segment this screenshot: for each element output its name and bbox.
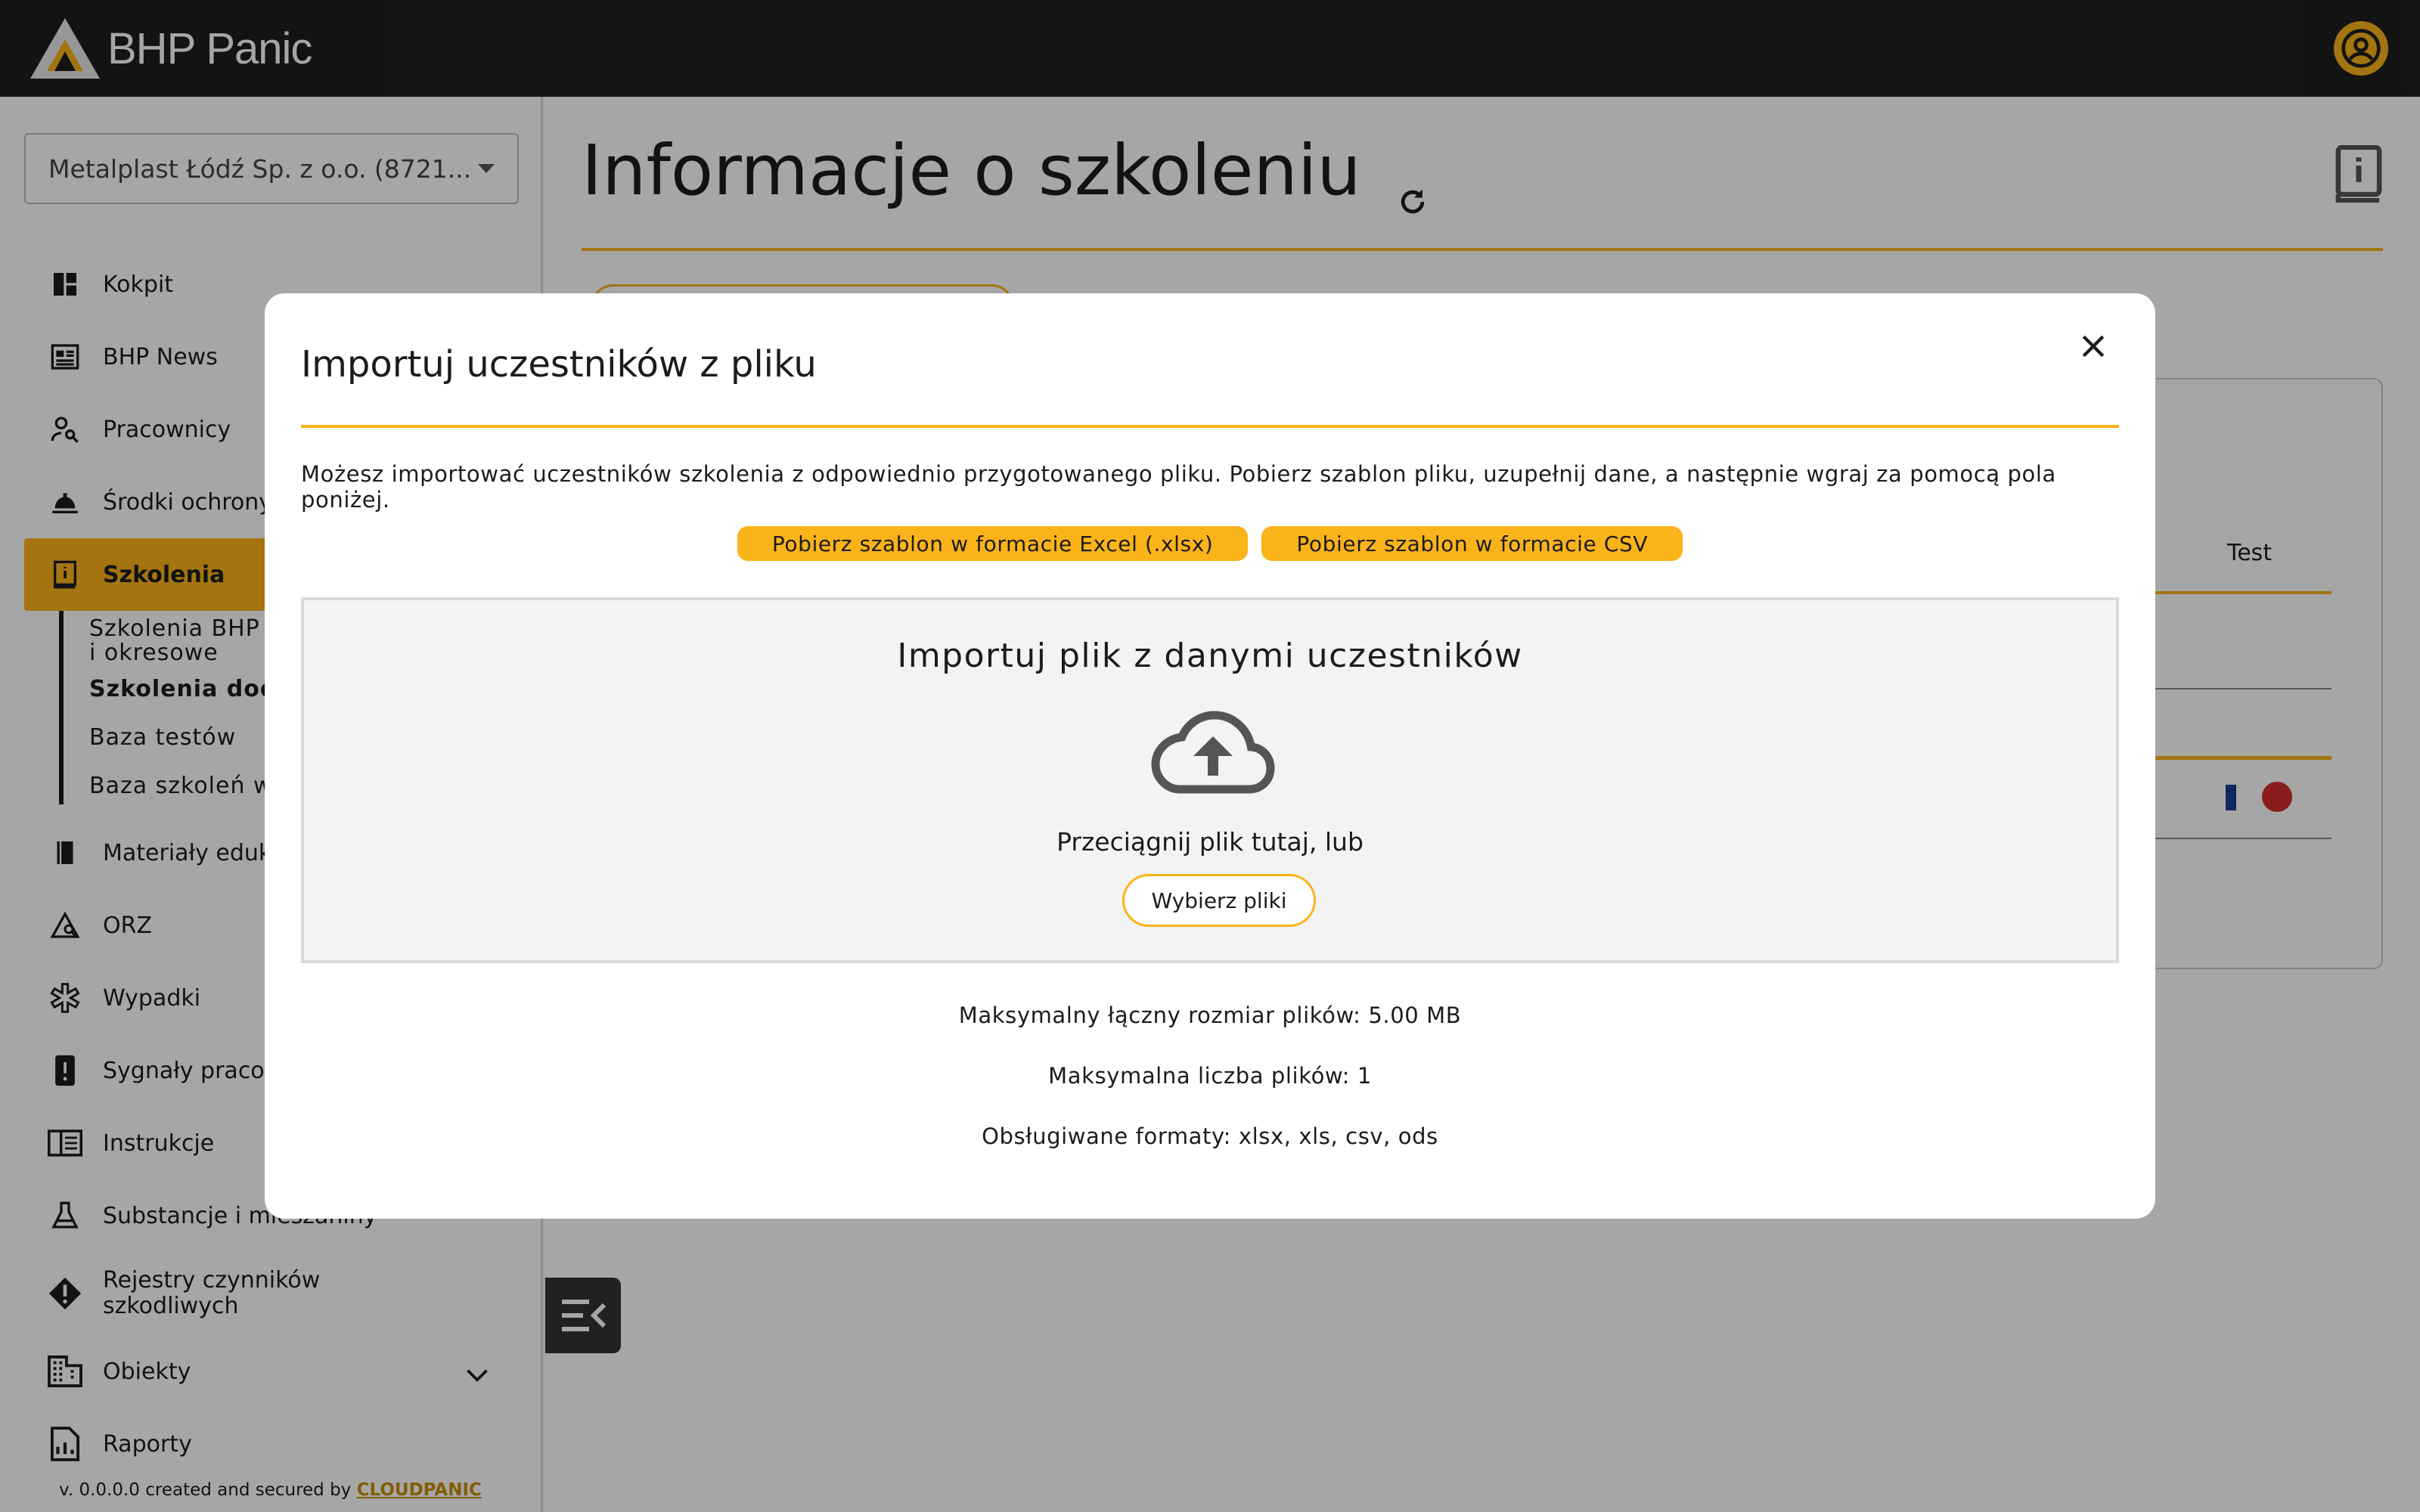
- download-excel-template-button[interactable]: Pobierz szablon w formacie Excel (.xlsx): [737, 526, 1249, 561]
- modal-title: Importuj uczestników z pliku: [301, 343, 817, 386]
- formats-info: Obsługiwane formaty: xlsx, xls, csv, ods: [982, 1123, 1438, 1149]
- dropzone-title: Importuj plik z danymi uczestników: [897, 637, 1523, 675]
- max-size-info: Maksymalny łączny rozmiar plików: 5.00 M…: [958, 1002, 1462, 1028]
- file-dropzone[interactable]: Importuj plik z danymi uczestników Przec…: [301, 597, 2119, 963]
- close-icon: [2082, 335, 2105, 358]
- close-button[interactable]: [2071, 324, 2116, 369]
- modal-divider: [301, 425, 2119, 428]
- max-count-info: Maksymalna liczba plików: 1: [1048, 1063, 1372, 1089]
- choose-files-button[interactable]: Wybierz pliki: [1122, 874, 1316, 927]
- import-participants-modal: Importuj uczestników z pliku Możesz impo…: [265, 293, 2155, 1219]
- dropzone-text: Przeciągnij plik tutaj, lub: [1056, 827, 1364, 857]
- cloud-upload-icon: [1151, 711, 1275, 794]
- modal-description: Możesz importować uczestników szkolenia …: [301, 461, 2056, 513]
- template-buttons: Pobierz szablon w formacie Excel (.xlsx)…: [265, 526, 2155, 561]
- download-csv-template-button[interactable]: Pobierz szablon w formacie CSV: [1261, 526, 1683, 561]
